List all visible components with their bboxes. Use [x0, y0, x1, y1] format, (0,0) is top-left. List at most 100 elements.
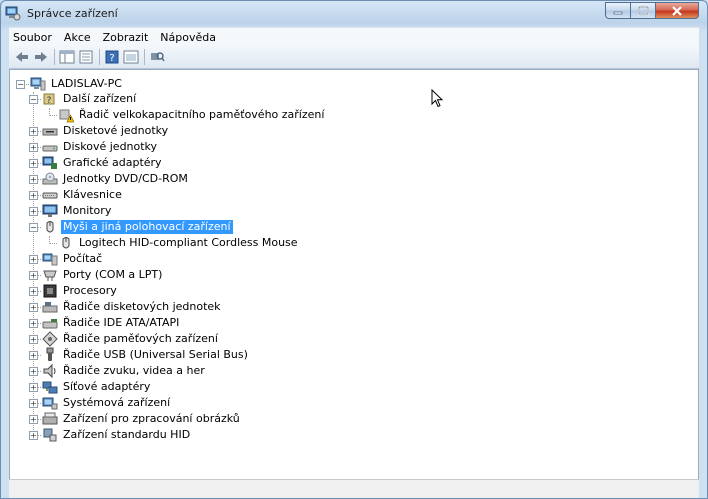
- device-manager-icon: [5, 6, 21, 21]
- tree-item-disketove-jednotky[interactable]: Disketové jednotky: [42, 123, 170, 139]
- menu-zobrazit[interactable]: Zobrazit: [97, 31, 155, 44]
- tree-item-radic-velkokapacitniho[interactable]: Řadič velkokapacitního paměťového zaříze…: [58, 107, 326, 123]
- tree-item-label: Diskové jednotky: [63, 140, 158, 153]
- tree-item-label: Logitech HID-compliant Cordless Mouse: [79, 236, 298, 249]
- forward-arrow-icon: [35, 51, 47, 62]
- tree-item-label: Myši a jiná polohovací zařízení: [61, 220, 233, 234]
- tree-item-label: Řadiče disketových jednotek: [63, 300, 221, 313]
- mouse-icon: [46, 221, 54, 233]
- tree-item-label: Řadiče paměťových zařízení: [63, 332, 218, 345]
- tree-item-pocitac[interactable]: Počítač: [42, 251, 104, 267]
- toolbar-separator: [99, 48, 100, 65]
- maximize-button[interactable]: [631, 2, 656, 19]
- tree-root-label: LADISLAV-PC: [51, 77, 122, 90]
- storage-controller-icon: [42, 331, 58, 347]
- mouse-pointer-icon: [431, 89, 444, 108]
- usb-icon: [46, 347, 54, 361]
- tree-item-procesory[interactable]: Procesory: [42, 283, 119, 299]
- title-bar[interactable]: Správce zařízení: [1, 1, 707, 27]
- svg-text:?: ?: [109, 53, 114, 64]
- monitor-icon: [42, 204, 58, 217]
- properties-icon: [79, 50, 93, 63]
- window-title: Správce zařízení: [27, 7, 118, 20]
- menu-soubor[interactable]: Soubor: [9, 31, 58, 44]
- minimize-button[interactable]: [605, 2, 631, 19]
- tree-item-label: Síťové adaptéry: [63, 380, 151, 393]
- tree-item-radice-zvuku[interactable]: Řadiče zvuku, videa a her: [42, 363, 207, 379]
- tree-item-porty[interactable]: Porty (COM a LPT): [42, 267, 164, 283]
- menu-napoveda[interactable]: Nápověda: [154, 31, 222, 44]
- floppy-controller-icon: [42, 302, 58, 313]
- minimize-icon: [613, 11, 623, 14]
- scan-hardware-button[interactable]: [148, 48, 166, 66]
- ide-controller-icon: [42, 319, 58, 329]
- system-device-icon: [42, 397, 58, 410]
- view-icon: [123, 50, 139, 63]
- menu-akce[interactable]: Akce: [58, 31, 97, 44]
- tree-item-standardu-hid[interactable]: Zařízení standardu HID: [42, 427, 192, 443]
- processor-icon: [43, 284, 57, 298]
- tree-item-label: Zařízení standardu HID: [63, 428, 191, 441]
- toolbar-separator: [144, 48, 145, 65]
- disk-drive-icon: [42, 145, 58, 152]
- network-adapter-icon: [42, 381, 58, 394]
- tree-item-label: Procesory: [63, 284, 117, 297]
- tree-root[interactable]: LADISLAV-PC: [30, 76, 124, 92]
- tree-item-label: Monitory: [63, 204, 112, 217]
- tree-item-sitove-adaptery[interactable]: Síťové adaptéry: [42, 379, 152, 395]
- toolbar-separator: [54, 48, 55, 65]
- device-manager-window: Správce zařízení Soubor Akce Zobrazit Ná…: [0, 0, 708, 499]
- tree-item-label: Počítač: [63, 252, 103, 265]
- close-icon: [672, 5, 682, 16]
- warning-device-icon: [59, 109, 74, 123]
- properties-button[interactable]: [77, 48, 95, 66]
- port-icon: [43, 270, 57, 281]
- view-button[interactable]: [122, 48, 140, 66]
- tree-item-mysi[interactable]: Myši a jiná polohovací zařízení: [42, 219, 233, 235]
- tree-item-label: Porty (COM a LPT): [63, 268, 163, 281]
- tree-item-systemova-zarizeni[interactable]: Systémová zařízení: [42, 395, 172, 411]
- svg-text:?: ?: [47, 96, 52, 106]
- toolbar: ?: [9, 45, 699, 69]
- close-button[interactable]: [656, 2, 699, 19]
- help-button[interactable]: ?: [103, 48, 121, 66]
- tree-item-logitech-mouse[interactable]: Logitech HID-compliant Cordless Mouse: [58, 235, 300, 251]
- tree-item-diskove-jednotky[interactable]: Diskové jednotky: [42, 139, 159, 155]
- back-button[interactable]: [13, 48, 31, 66]
- tree-item-zpracovani-obrazku[interactable]: Zařízení pro zpracování obrázků: [42, 411, 242, 427]
- status-bar: [9, 479, 699, 498]
- back-arrow-icon: [16, 51, 28, 62]
- show-hide-tree-button[interactable]: [58, 48, 76, 66]
- tree-item-label: Klávesnice: [63, 188, 122, 201]
- tree-item-label: Jednotky DVD/CD-ROM: [63, 172, 188, 185]
- scan-hardware-icon: [151, 51, 165, 61]
- tree-item-label: Další zařízení: [63, 92, 137, 105]
- tree-item-dalsi-zarizeni[interactable]: ? Další zařízení: [42, 91, 138, 107]
- tree-item-radice-disketovych[interactable]: Řadiče disketových jednotek: [42, 299, 223, 315]
- tree-item-label: Řadič velkokapacitního paměťového zaříze…: [79, 108, 325, 121]
- tree-item-jednotky-dvd[interactable]: Jednotky DVD/CD-ROM: [42, 171, 190, 187]
- computer-icon: [42, 253, 58, 266]
- help-icon: ?: [105, 50, 119, 64]
- tree-item-label: Řadiče zvuku, videa a her: [63, 364, 205, 377]
- tree-item-radice-ide[interactable]: Řadiče IDE ATA/ATAPI: [42, 315, 181, 331]
- tree-item-monitory[interactable]: Monitory: [42, 203, 113, 219]
- tree-item-radice-pametovych[interactable]: Řadiče paměťových zařízení: [42, 331, 220, 347]
- keyboard-icon: [42, 192, 58, 199]
- mouse-icon: [62, 237, 70, 249]
- tree-item-graficke-adaptery[interactable]: Grafické adaptéry: [42, 155, 164, 171]
- menu-bar: Soubor Akce Zobrazit Nápověda: [9, 27, 699, 46]
- forward-button[interactable]: [32, 48, 50, 66]
- dvd-drive-icon: [42, 172, 58, 185]
- unknown-device-icon: ?: [43, 93, 55, 106]
- tree-item-klavesnice[interactable]: Klávesnice: [42, 187, 124, 203]
- tree-item-label: Řadiče USB (Universal Serial Bus): [63, 348, 248, 361]
- computer-icon: [30, 77, 46, 91]
- hid-device-icon: [43, 428, 57, 442]
- imaging-device-icon: [42, 412, 58, 425]
- console-tree-icon: [59, 50, 75, 63]
- tree-item-label: Disketové jednotky: [63, 124, 169, 137]
- device-tree[interactable]: − LADISLAV-PC − ? Další zařízení Řadič v…: [9, 69, 699, 480]
- tree-item-radice-usb[interactable]: Řadiče USB (Universal Serial Bus): [42, 347, 250, 363]
- display-adapter-icon: [42, 156, 57, 169]
